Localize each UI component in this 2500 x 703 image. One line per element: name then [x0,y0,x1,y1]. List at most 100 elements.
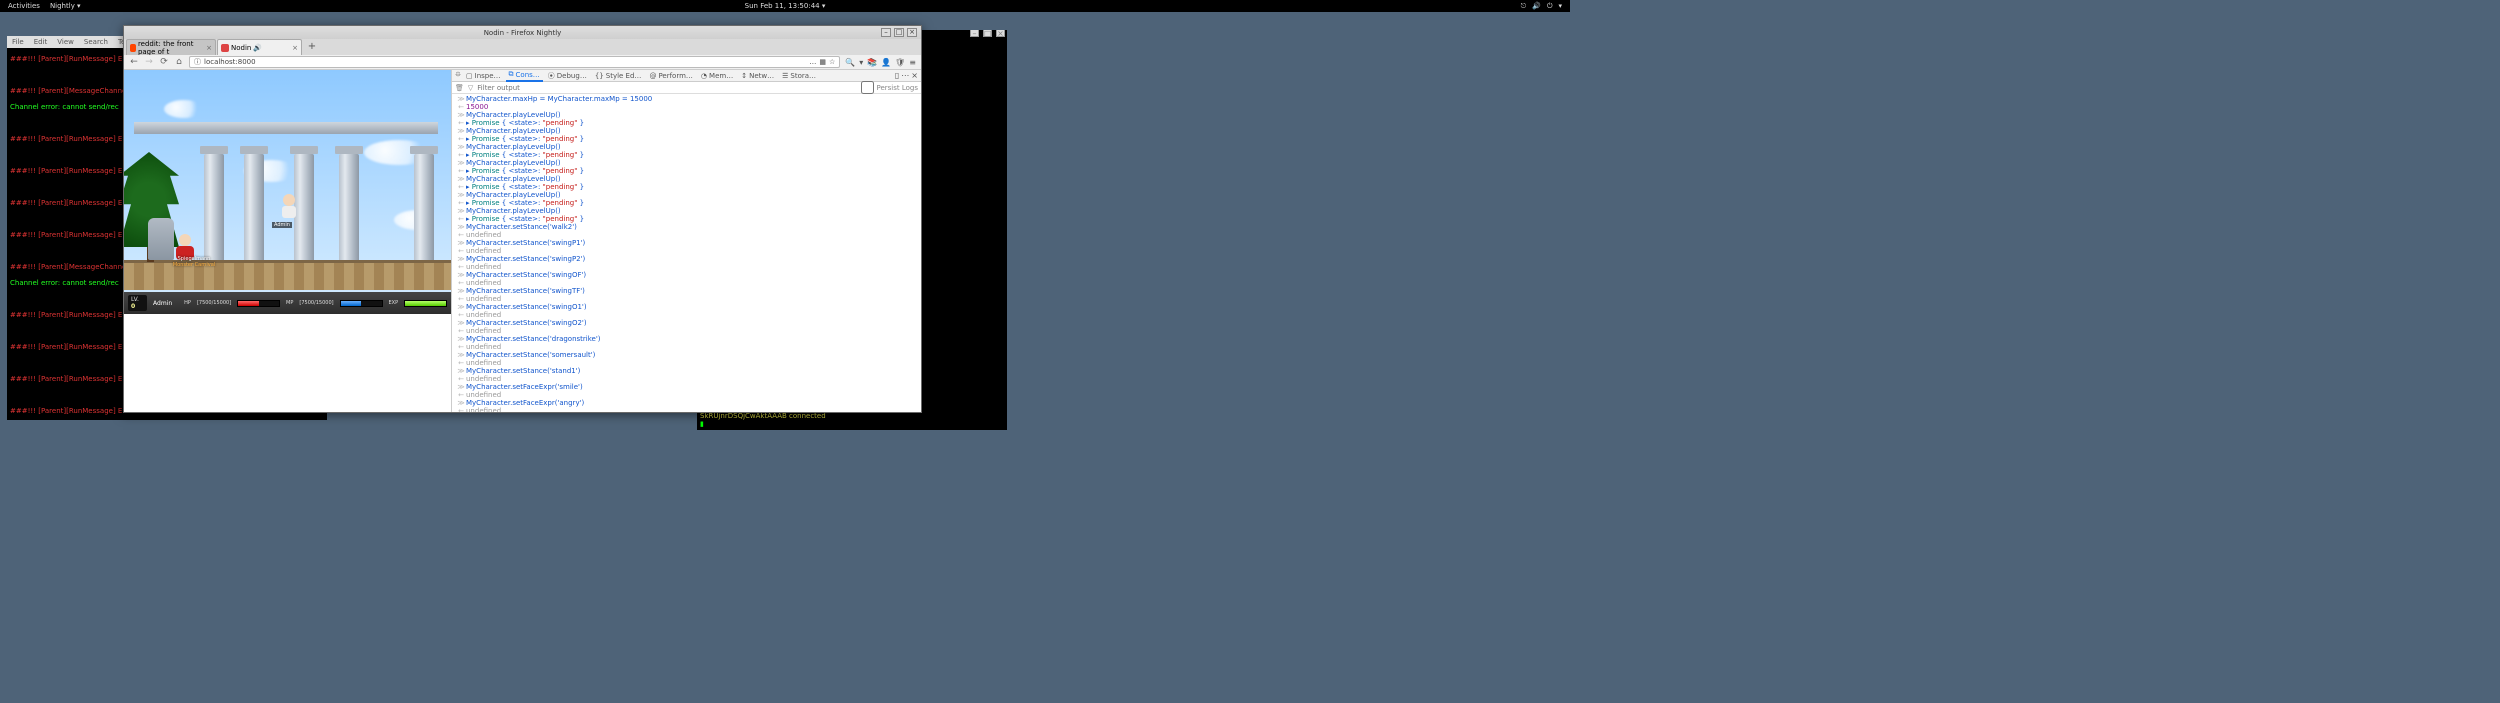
forward-button[interactable]: → [144,57,154,67]
tab-debugger[interactable]: ⦿ Debug… [545,71,590,81]
exp-label: EXP [389,300,399,306]
console-line: ←▸ Promise { <state>: "pending" } [452,135,921,143]
firefox-window: Nodin - Firefox Nightly – □ × reddit: th… [123,25,922,413]
system-menu-icon[interactable]: ▾ [1558,2,1562,11]
console-filter-bar: 🗑 ▽ Persist Logs [452,82,921,94]
window-minimize-icon[interactable]: – [970,30,979,37]
hp-text: [7500/15000] [197,300,231,306]
tab-close-icon[interactable]: × [292,44,298,52]
tab-network[interactable]: ↕ Netw… [738,72,777,80]
gnome-panel: Activities Nightly ▾ Sun Feb 11, 13:50:4… [0,0,1570,12]
site-info-icon[interactable]: ⓘ [194,57,201,67]
nav-bar: ← → ⟳ ⌂ ⓘ localhost:8000 … ▦ ☆ 🔍 ▾ 📚 👤 🛡… [124,55,921,70]
page-actions-icon[interactable]: … [809,58,816,66]
player-sprite[interactable] [282,198,296,220]
console-line: ≫MyCharacter.setStance('swingTF') [452,287,921,295]
reload-button[interactable]: ⟳ [159,57,169,67]
console-output[interactable]: ≫MyCharacter.maxHp = MyCharacter.maxMp =… [452,94,921,412]
sidebar-icon[interactable]: 👤 [881,58,891,67]
library-icon[interactable]: 📚 [867,58,877,67]
devtools-close-icon[interactable]: × [911,71,918,80]
console-line: ←undefined [452,231,921,239]
devtools-dock-icon[interactable]: ▯ [895,71,899,80]
window-minimize-icon[interactable]: – [881,28,891,37]
temple-structure [194,134,434,264]
console-line: ≫MyCharacter.playLevelUp() [452,127,921,135]
tab-storage[interactable]: ☰ Stora… [779,72,819,80]
menu-view[interactable]: View [52,38,79,46]
sound-icon[interactable]: 🔊 [1532,2,1541,11]
window-titlebar[interactable]: Nodin - Firefox Nightly – □ × [124,26,921,39]
hp-bar [237,300,280,307]
clock[interactable]: Sun Feb 11, 13:50:44 ▾ [745,2,826,10]
console-line: ≫MyCharacter.playLevelUp() [452,143,921,151]
window-maximize-icon[interactable]: □ [983,30,992,37]
window-maximize-icon[interactable]: □ [894,28,904,37]
search-icon[interactable]: 🔍 [845,58,855,67]
inspect-element-icon[interactable]: ⯐ [455,70,461,83]
downloads-icon[interactable]: ▾ [859,58,863,67]
console-line: ←▸ Promise { <state>: "pending" } [452,199,921,207]
devtools-panel: ⯐ ▢ Inspe… ⧉ Cons… ⦿ Debug… {} Style Ed…… [451,70,921,412]
url-text[interactable]: localhost:8000 [204,58,806,66]
console-line: ←15000 [452,103,921,111]
power-icon[interactable]: ⏻ [1547,2,1553,11]
trash-icon[interactable]: 🗑 [455,84,464,92]
bookmark-star-icon[interactable]: ☆ [829,58,835,66]
new-tab-button[interactable]: + [305,41,319,55]
console-line: ←undefined [452,343,921,351]
console-line: ≫MyCharacter.setStance('swingOF') [452,271,921,279]
window-close-icon[interactable]: × [996,30,1005,37]
menu-file[interactable]: File [7,38,29,46]
console-line: ←▸ Promise { <state>: "pending" } [452,119,921,127]
tab-label: Nodin [231,44,251,52]
console-line: ≫MyCharacter.setStance('dragonstrike') [452,335,921,343]
tab-console[interactable]: ⧉ Cons… [506,70,543,82]
hamburger-icon[interactable]: ≡ [909,58,916,67]
mp-text: [7500/15000] [299,300,333,306]
tab-memory[interactable]: ◔ Mem… [698,72,736,80]
console-line: ←▸ Promise { <state>: "pending" } [452,215,921,223]
console-line: ←undefined [452,359,921,367]
status-hud: LV. 0 Admin HP [7500/15000] MP [7500/150… [124,292,451,314]
back-button[interactable]: ← [129,57,139,67]
console-line: ≫MyCharacter.setStance('swingP2') [452,255,921,263]
console-line: ←undefined [452,263,921,271]
filter-funnel-icon[interactable]: ▽ [468,84,473,92]
shield-icon[interactable]: 🛡 [895,58,905,67]
tab-close-icon[interactable]: × [206,44,212,52]
menu-search[interactable]: Search [79,38,113,46]
console-line: ≫MyCharacter.maxHp = MyCharacter.maxMp =… [452,95,921,103]
console-line: ←undefined [452,311,921,319]
console-line: ≫MyCharacter.setStance('swingO2') [452,319,921,327]
level-label: LV. 0 [128,295,147,311]
window-close-icon[interactable]: × [907,28,917,37]
console-line: ≫MyCharacter.setStance('stand1') [452,367,921,375]
tray-icon[interactable]: ⎋ [1521,2,1527,11]
player-nametag: Admin [272,222,292,228]
console-line: ≫MyCharacter.playLevelUp() [452,159,921,167]
tab-performance[interactable]: @ Perform… [646,72,695,80]
persist-logs-checkbox[interactable]: Persist Logs [861,81,918,94]
reader-mode-icon[interactable]: ▦ [819,58,826,66]
tab-strip: reddit: the front page of t × Nodin 🔊 × … [124,39,921,55]
game-canvas[interactable]: Spiegelmann Monster Carnival Admin LV. 0… [124,70,451,314]
tab-inspector[interactable]: ▢ Inspe… [463,72,504,80]
browser-tab[interactable]: Nodin 🔊 × [217,39,302,55]
hp-label: HP [184,300,191,306]
console-line: ←▸ Promise { <state>: "pending" } [452,183,921,191]
home-button[interactable]: ⌂ [174,57,184,67]
audio-icon[interactable]: 🔊 [253,44,262,52]
app-menu[interactable]: Nightly ▾ [50,2,81,10]
tab-style-editor[interactable]: {} Style Ed… [592,72,645,80]
activities-button[interactable]: Activities [8,2,40,10]
browser-tab[interactable]: reddit: the front page of t × [126,39,216,55]
console-line: ≫MyCharacter.playLevelUp() [452,191,921,199]
menu-edit[interactable]: Edit [29,38,53,46]
devtools-tabs: ⯐ ▢ Inspe… ⧉ Cons… ⦿ Debug… {} Style Ed…… [452,70,921,82]
console-line: ≫MyCharacter.setStance('somersault') [452,351,921,359]
url-bar[interactable]: ⓘ localhost:8000 … ▦ ☆ [189,56,840,68]
filter-input[interactable] [477,84,857,92]
console-line: ≫MyCharacter.playLevelUp() [452,207,921,215]
devtools-more-icon[interactable]: ⋯ [901,71,909,80]
